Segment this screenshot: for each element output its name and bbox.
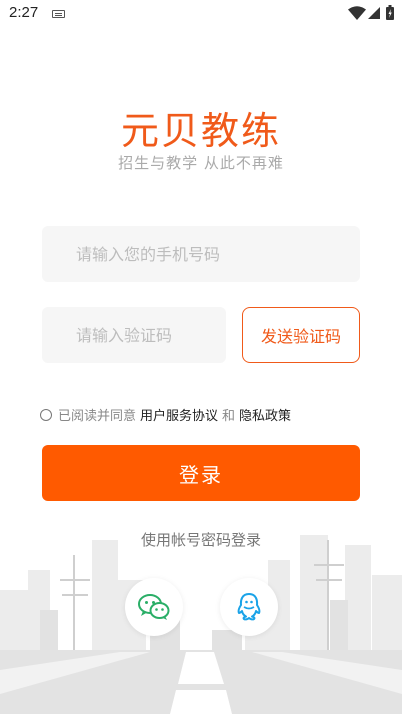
status-time: 2:27 bbox=[9, 4, 39, 21]
agreement-row: 已阅读并同意 用户服务协议 和 隐私政策 bbox=[40, 405, 291, 424]
wechat-login-button[interactable] bbox=[125, 578, 183, 636]
phone-input[interactable] bbox=[42, 226, 360, 282]
agree-radio[interactable] bbox=[40, 408, 52, 421]
verification-code-input[interactable] bbox=[42, 307, 226, 363]
terms-link[interactable]: 用户服务协议 bbox=[140, 405, 218, 424]
agreement-prefix: 已阅读并同意 bbox=[58, 409, 137, 424]
wifi-icon bbox=[348, 6, 366, 20]
send-code-button[interactable]: 发送验证码 bbox=[242, 307, 360, 363]
status-bar: 2:27 bbox=[0, 0, 402, 28]
password-login-link[interactable]: 使用帐号密码登录 bbox=[0, 529, 402, 550]
signal-icon bbox=[368, 7, 380, 19]
app-logo: 元贝教练 bbox=[120, 109, 281, 153]
wechat-icon bbox=[138, 594, 170, 620]
battery-icon bbox=[386, 5, 394, 20]
privacy-link[interactable]: 隐私政策 bbox=[239, 405, 291, 424]
app-slogan: 招生与教学 从此不再难 bbox=[118, 154, 284, 172]
agreement-and: 和 bbox=[222, 409, 236, 424]
qq-login-button[interactable] bbox=[220, 578, 278, 636]
keyboard-icon bbox=[52, 10, 65, 18]
qq-icon bbox=[237, 593, 261, 621]
city-skyline-illustration bbox=[0, 535, 402, 714]
